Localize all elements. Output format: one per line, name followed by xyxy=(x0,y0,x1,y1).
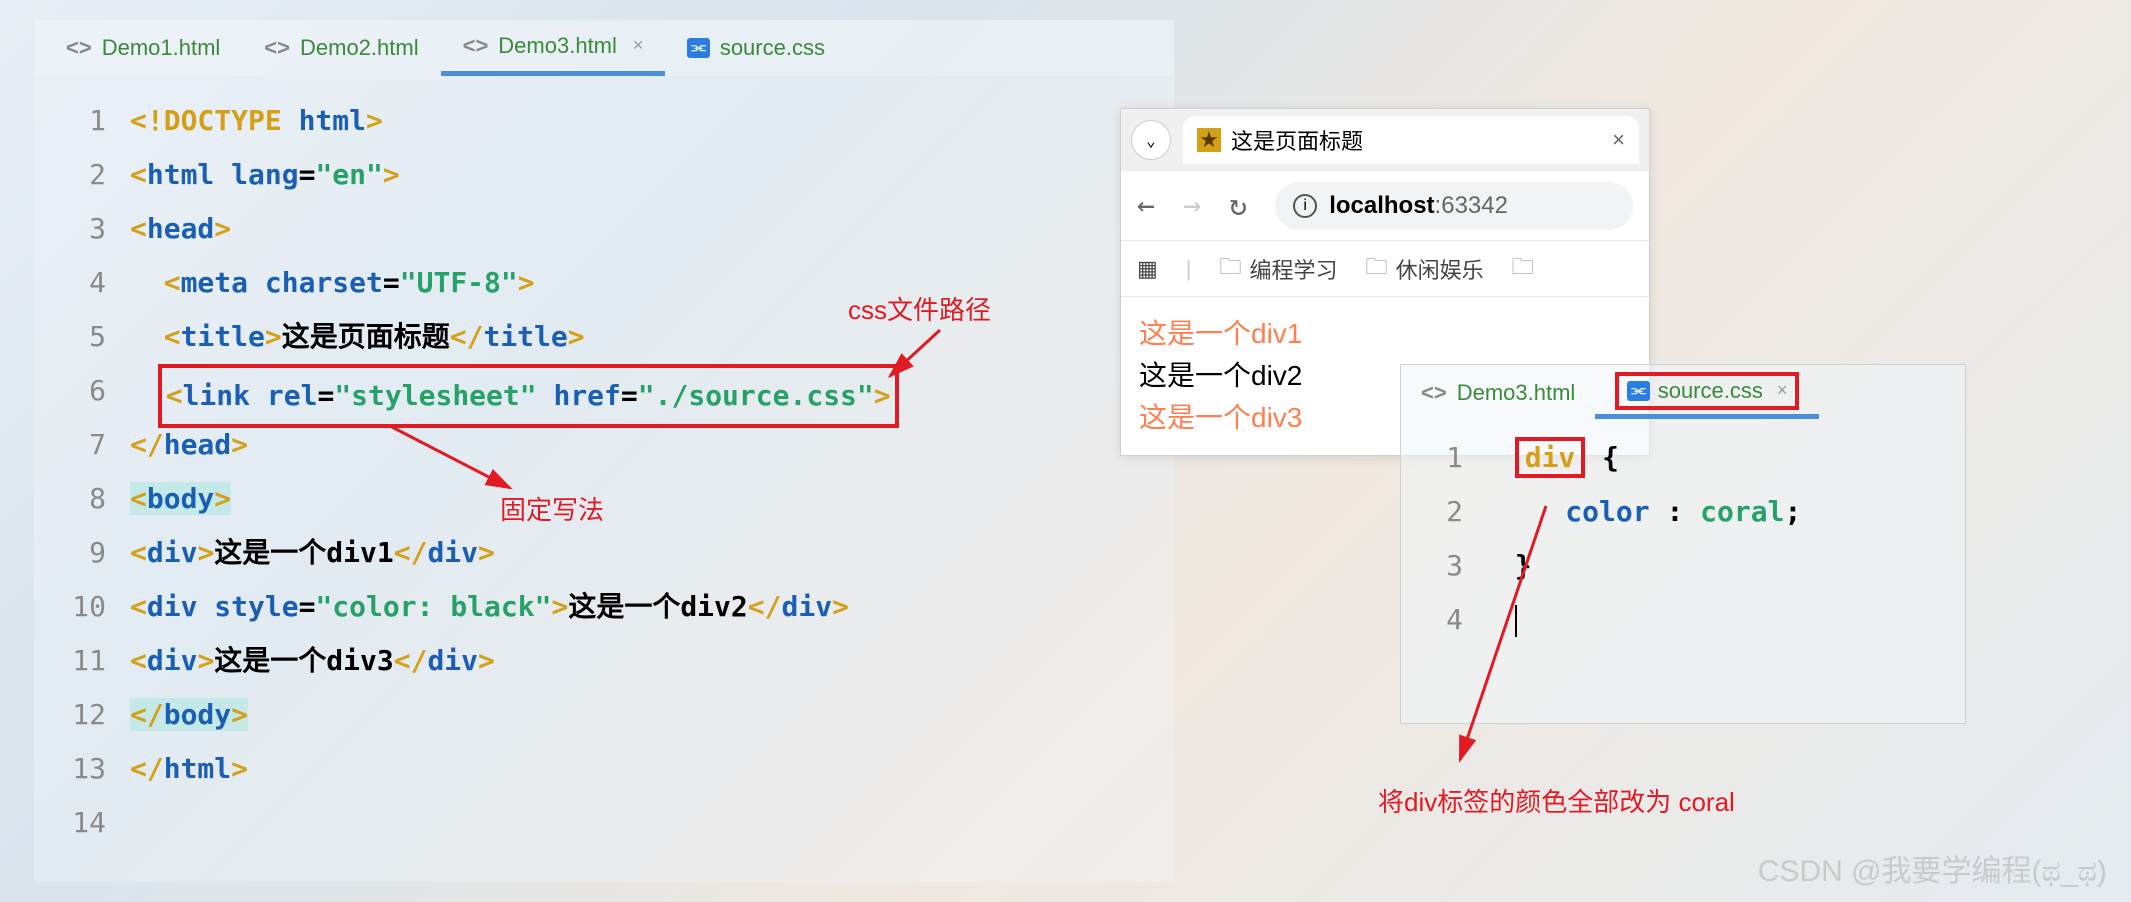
line-number: 4 xyxy=(1401,593,1481,647)
line-number: 3 xyxy=(34,202,130,256)
css-file-icon: ⫘ xyxy=(1627,381,1649,401)
css-line-2[interactable]: color : coral; xyxy=(1481,485,1965,539)
site-info-icon[interactable]: i xyxy=(1293,194,1317,218)
css-line-4[interactable] xyxy=(1481,593,1965,647)
forward-button[interactable]: → xyxy=(1183,188,1201,223)
css-tab-bar: <> Demo3.html ⫘ source.css × xyxy=(1401,365,1965,421)
html-file-icon: <> xyxy=(66,35,92,61)
code-line-13[interactable]: </html> xyxy=(130,742,1174,796)
tab-demo3-css-view[interactable]: <> Demo3.html xyxy=(1401,367,1595,419)
line-number: 3 xyxy=(1401,539,1481,593)
line-number: 9 xyxy=(34,526,130,580)
html-file-icon: <> xyxy=(1421,380,1447,406)
rendered-div1: 这是一个div1 xyxy=(1139,313,1631,355)
reload-button[interactable]: ↻ xyxy=(1229,188,1247,223)
url-port: :63342 xyxy=(1435,192,1508,219)
code-line-2[interactable]: <html lang="en"> xyxy=(130,148,1174,202)
code-line-9[interactable]: <div>这是一个div1</div> xyxy=(130,526,1174,580)
tab-source-css-active[interactable]: ⫘ source.css × xyxy=(1595,367,1819,419)
close-icon[interactable]: × xyxy=(1777,380,1788,401)
css-line-1[interactable]: div { xyxy=(1481,431,1965,485)
folder-icon: 🗀 xyxy=(1366,250,1388,288)
chevron-down-icon: ⌄ xyxy=(1146,131,1156,150)
code-line-3[interactable]: <head> xyxy=(130,202,1174,256)
html-file-icon: <> xyxy=(463,33,489,59)
bookmark-study[interactable]: 🗀编程学习 xyxy=(1220,250,1338,288)
favicon-star-icon: ★ xyxy=(1197,128,1221,152)
tab-demo2[interactable]: <> Demo2.html xyxy=(242,20,440,76)
back-button[interactable]: ← xyxy=(1137,188,1155,223)
address-bar[interactable]: i localhost:63342 xyxy=(1275,182,1633,230)
watermark: CSDN @我要学编程(ಥ_ಥ) xyxy=(1758,846,2107,890)
css-code-content[interactable]: div { color : coral; } xyxy=(1481,431,1965,647)
code-line-10[interactable]: <div style="color: black">这是一个div2</div> xyxy=(130,580,1174,634)
code-line-1[interactable]: <!DOCTYPE html> xyxy=(130,94,1174,148)
bookmark-bar: ▦ | 🗀编程学习 🗀休闲娱乐 🗀 xyxy=(1121,241,1649,297)
line-number: 7 xyxy=(34,418,130,472)
tab-label: Demo1.html xyxy=(102,35,221,61)
folder-icon: 🗀 xyxy=(1512,250,1534,288)
highlighted-link-tag: <link rel="stylesheet" href="./source.cs… xyxy=(158,364,899,428)
annotation-fixed-syntax: 固定写法 xyxy=(500,490,604,527)
line-number: 14 xyxy=(34,796,130,850)
css-file-icon: ⫘ xyxy=(687,38,709,58)
tab-label: Demo3.html xyxy=(498,33,617,59)
line-number: 11 xyxy=(34,634,130,688)
tab-demo1[interactable]: <> Demo1.html xyxy=(44,20,242,76)
close-icon[interactable]: × xyxy=(1612,127,1625,153)
folder-icon: 🗀 xyxy=(1220,250,1242,288)
line-number: 2 xyxy=(34,148,130,202)
code-line-5[interactable]: <title>这是页面标题</title> xyxy=(130,310,1174,364)
browser-tab-title: 这是页面标题 xyxy=(1231,124,1363,156)
browser-toolbar: ← → ↻ i localhost:63342 xyxy=(1121,171,1649,241)
tab-demo3[interactable]: <> Demo3.html × xyxy=(441,20,666,76)
tab-label: Demo3.html xyxy=(1457,380,1576,406)
tab-label: source.css xyxy=(1658,378,1763,404)
code-line-6[interactable]: <link rel="stylesheet" href="./source.cs… xyxy=(130,364,1174,418)
text-cursor xyxy=(1515,605,1517,637)
code-line-8[interactable]: <body> xyxy=(130,472,1174,526)
tab-label: source.css xyxy=(720,35,825,61)
tab-search-button[interactable]: ⌄ xyxy=(1131,120,1171,160)
annotation-css-path: css文件路径 xyxy=(848,290,991,327)
highlighted-selector: div xyxy=(1515,437,1586,478)
url-host: localhost xyxy=(1329,192,1434,219)
css-line-3[interactable]: } xyxy=(1481,539,1965,593)
annotation-change-color: 将div标签的颜色全部改为 coral xyxy=(1378,782,1735,819)
line-number: 12 xyxy=(34,688,130,742)
tab-label: Demo2.html xyxy=(300,35,419,61)
close-icon[interactable]: × xyxy=(633,35,644,56)
tab-source-css[interactable]: ⫘ source.css xyxy=(665,20,847,76)
ide-editor-panel: <> Demo1.html <> Demo2.html <> Demo3.htm… xyxy=(34,20,1174,882)
line-number: 2 xyxy=(1401,485,1481,539)
code-line-4[interactable]: <meta charset="UTF-8"> xyxy=(130,256,1174,310)
browser-tab-bar: ⌄ ★ 这是页面标题 × xyxy=(1121,109,1649,171)
code-area[interactable]: 1 2 3 4 5 6 7 8 9 10 11 12 13 14 <!DOCTY… xyxy=(34,76,1174,850)
code-content[interactable]: <!DOCTYPE html> <html lang="en"> <head> … xyxy=(130,76,1174,850)
code-line-11[interactable]: <div>这是一个div3</div> xyxy=(130,634,1174,688)
line-number: 13 xyxy=(34,742,130,796)
css-editor-panel: <> Demo3.html ⫘ source.css × 1 2 3 4 div… xyxy=(1400,364,1966,724)
browser-tab[interactable]: ★ 这是页面标题 × xyxy=(1183,116,1639,164)
highlighted-css-tab: ⫘ source.css × xyxy=(1615,372,1799,410)
css-code-area[interactable]: 1 2 3 4 div { color : coral; } xyxy=(1401,421,1965,647)
html-file-icon: <> xyxy=(264,35,290,61)
line-number: 8 xyxy=(34,472,130,526)
apps-icon[interactable]: ▦ xyxy=(1137,256,1158,282)
line-number: 1 xyxy=(1401,431,1481,485)
line-number: 1 xyxy=(34,94,130,148)
line-gutter: 1 2 3 4 5 6 7 8 9 10 11 12 13 14 xyxy=(34,76,130,850)
line-number: 5 xyxy=(34,310,130,364)
line-number: 10 xyxy=(34,580,130,634)
css-gutter: 1 2 3 4 xyxy=(1401,431,1481,647)
bookmark-entertainment[interactable]: 🗀休闲娱乐 xyxy=(1366,250,1484,288)
bookmark-more[interactable]: 🗀 xyxy=(1512,250,1534,288)
line-number: 4 xyxy=(34,256,130,310)
ide-tab-bar: <> Demo1.html <> Demo2.html <> Demo3.htm… xyxy=(34,20,1174,76)
code-line-12[interactable]: </body> xyxy=(130,688,1174,742)
line-number: 6 xyxy=(34,364,130,418)
